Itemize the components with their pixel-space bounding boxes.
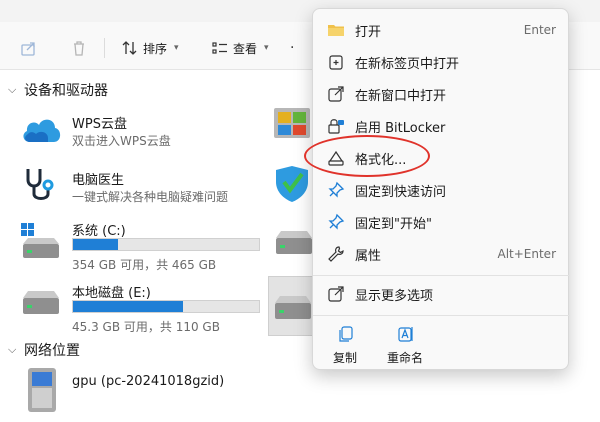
chevron-down-icon: ⌵ — [8, 83, 17, 96]
drive-capacity: 45.3 GB 可用，共 110 GB — [72, 320, 220, 334]
drive-name: 电脑医生 — [72, 173, 125, 188]
drive-item-hidden-2[interactable] — [272, 164, 312, 208]
drive-item-hidden-3[interactable] — [274, 226, 314, 266]
drive-usage-fill — [73, 239, 118, 250]
cloud-icon — [23, 119, 61, 142]
pin-start-icon — [328, 213, 345, 230]
menu-item-label: 显示更多选项 — [355, 288, 434, 304]
menu-item-label: 打开 — [355, 24, 382, 40]
menu-item-shortcut: Alt+Enter — [497, 247, 556, 261]
stethoscope-icon — [26, 169, 54, 200]
drive-item-hidden-1[interactable] — [272, 106, 312, 150]
menu-item-more-options[interactable]: 显示更多选项 — [319, 279, 564, 309]
chevron-down-icon: ▾ — [174, 43, 179, 53]
annotation-highlight — [304, 135, 430, 177]
menu-item-label: 启用 BitLocker — [355, 120, 446, 136]
menu-item-open-new-window[interactable]: 在新窗口中打开 — [319, 79, 564, 109]
drive-item-doctor[interactable]: 电脑医生 一键式解决各种电脑疑难问题 — [20, 164, 270, 210]
windows-drive-icon — [274, 108, 310, 138]
quick-action-label: 重命名 — [386, 351, 423, 365]
bitlocker-icon — [328, 119, 344, 134]
network-item-name: gpu (pc-20241018gzid) — [72, 374, 225, 389]
more-toolbar-button[interactable]: · — [290, 36, 294, 60]
folder-icon — [328, 25, 344, 36]
menu-item-pin-quick-access[interactable]: 固定到快速访问 — [319, 175, 564, 205]
view-icon — [212, 42, 227, 54]
drive-name: WPS云盘 — [72, 117, 127, 132]
trash-icon — [74, 41, 84, 56]
menu-separator — [313, 315, 570, 316]
drive-usage-fill — [73, 301, 183, 312]
drive-description: 一键式解决各种电脑疑难问题 — [72, 190, 229, 204]
menu-item-label: 固定到"开始" — [355, 216, 432, 232]
more-options-icon — [328, 286, 344, 302]
hard-drive-icon — [275, 296, 311, 319]
menu-item-label: 在新窗口中打开 — [355, 88, 447, 104]
menu-item-label: 固定到快速访问 — [355, 184, 447, 200]
menu-item-label: 在新标签页中打开 — [355, 56, 460, 72]
menu-item-pin-start[interactable]: 固定到"开始" — [319, 207, 564, 237]
hard-drive-icon — [276, 231, 312, 254]
quick-action-label: 复制 — [332, 351, 357, 365]
view-label: 查看 — [233, 41, 258, 56]
drive-item-wps[interactable]: WPS云盘 双击进入WPS云盘 — [20, 108, 270, 154]
pin-icon — [328, 181, 345, 198]
drive-name: 系统 (C:) — [72, 224, 126, 239]
shield-icon — [276, 166, 308, 202]
share-icon — [21, 42, 35, 56]
delete-button[interactable] — [70, 36, 88, 60]
menu-item-open[interactable]: 打开 Enter — [319, 15, 564, 45]
menu-item-properties[interactable]: 属性 Alt+Enter — [319, 239, 564, 269]
chevron-down-icon: ▾ — [264, 43, 269, 53]
view-button[interactable]: 查看 ▾ — [212, 36, 269, 60]
drive-capacity: 354 GB 可用，共 465 GB — [72, 258, 217, 272]
system-drive-icon — [21, 223, 59, 258]
sort-icon — [122, 41, 137, 55]
network-drive-icon — [28, 368, 56, 412]
drive-item-c[interactable]: 系统 (C:) 354 GB 可用，共 465 GB — [20, 218, 270, 274]
chevron-down-icon: ⌵ — [8, 343, 17, 356]
network-item-gpu[interactable]: gpu (pc-20241018gzid) — [20, 366, 300, 416]
drive-usage-bar — [72, 238, 260, 251]
quick-action-copy[interactable]: 复制 — [315, 325, 375, 365]
devices-group-header[interactable]: ⌵ 设备和驱动器 — [8, 80, 108, 100]
hard-drive-icon — [23, 291, 59, 314]
copy-icon — [339, 326, 353, 342]
dots-icon: · — [290, 40, 295, 56]
new-window-icon — [328, 86, 344, 102]
menu-separator — [313, 275, 570, 276]
menu-item-label: 属性 — [355, 248, 382, 264]
network-group-header[interactable]: ⌵ 网络位置 — [8, 340, 80, 360]
rename-icon — [398, 327, 413, 342]
sort-label: 排序 — [143, 41, 168, 56]
wrench-icon — [328, 246, 344, 262]
drive-item-e[interactable]: 本地磁盘 (E:) 45.3 GB 可用，共 110 GB — [20, 280, 270, 336]
toolbar-divider — [104, 38, 105, 58]
context-menu: 打开 Enter 在新标签页中打开 在新窗口中打开 启用 BitLocker 格… — [312, 8, 570, 370]
selected-drive-tile[interactable] — [268, 276, 318, 336]
menu-item-open-new-tab[interactable]: 在新标签页中打开 — [319, 47, 564, 77]
sort-button[interactable]: 排序 ▾ — [122, 36, 179, 60]
share-button[interactable] — [20, 36, 38, 60]
network-group-label: 网络位置 — [24, 343, 80, 359]
quick-action-rename[interactable]: 重命名 — [375, 325, 435, 365]
drive-usage-bar — [72, 300, 260, 313]
drive-name: 本地磁盘 (E:) — [72, 286, 151, 301]
devices-group-label: 设备和驱动器 — [24, 83, 108, 99]
new-tab-icon — [329, 55, 343, 70]
menu-item-shortcut: Enter — [523, 23, 556, 37]
drive-description: 双击进入WPS云盘 — [72, 134, 171, 148]
